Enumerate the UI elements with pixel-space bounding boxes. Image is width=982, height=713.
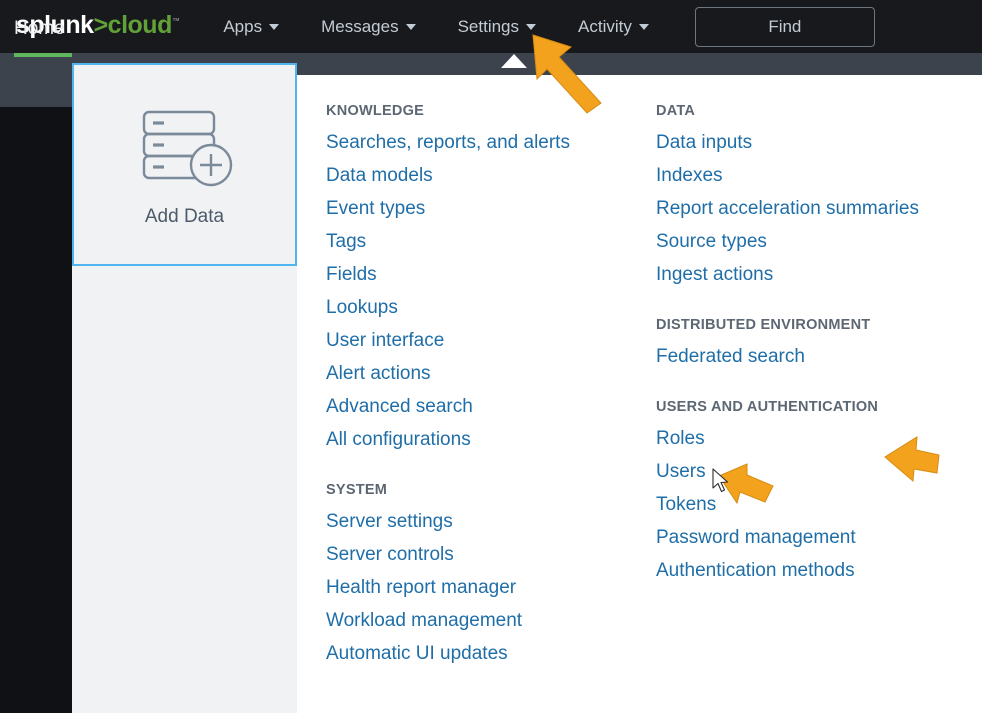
menu-column-left: KNOWLEDGE Searches, reports, and alertsDa… [326, 75, 656, 696]
menu-item-all-configurations[interactable]: All configurations [326, 423, 656, 456]
app-bar-right [297, 53, 982, 75]
menu-item-automatic-ui-updates[interactable]: Automatic UI updates [326, 637, 656, 670]
menu-item-fields[interactable]: Fields [326, 258, 656, 291]
nav-item-apps-label: Apps [223, 17, 262, 37]
menu-item-password-management[interactable]: Password management [656, 521, 976, 554]
nav-item-settings-label: Settings [458, 17, 519, 37]
nav-item-settings[interactable]: Settings [448, 11, 546, 43]
dropdown-pointer-caret-icon [501, 54, 527, 68]
chevron-down-icon [269, 24, 279, 30]
nav-item-messages[interactable]: Messages [311, 11, 425, 43]
menu-group-knowledge: KNOWLEDGE Searches, reports, and alertsDa… [326, 103, 656, 456]
menu-group-title: USERS AND AUTHENTICATION [656, 399, 976, 415]
menu-item-tokens[interactable]: Tokens [656, 488, 976, 521]
menu-item-server-controls[interactable]: Server controls [326, 538, 656, 571]
nav-item-activity[interactable]: Activity [568, 11, 659, 43]
menu-group-title: DISTRIBUTED ENVIRONMENT [656, 317, 976, 333]
menu-item-health-report-manager[interactable]: Health report manager [326, 571, 656, 604]
menu-item-authentication-methods[interactable]: Authentication methods [656, 554, 976, 587]
menu-group-users-and-authentication: USERS AND AUTHENTICATION RolesUsersTokens… [656, 399, 976, 587]
menu-item-workload-management[interactable]: Workload management [326, 604, 656, 637]
menu-column-right: DATA Data inputsIndexesReport acceleratio… [656, 75, 976, 613]
nav-item-activity-label: Activity [578, 17, 632, 37]
menu-item-users[interactable]: Users [656, 455, 976, 488]
settings-dropdown-menu: KNOWLEDGE Searches, reports, and alertsDa… [297, 75, 982, 713]
menu-item-server-settings[interactable]: Server settings [326, 505, 656, 538]
menu-item-indexes[interactable]: Indexes [656, 159, 976, 192]
menu-group-distributed-environment: DISTRIBUTED ENVIRONMENT Federated search [656, 317, 976, 373]
menu-item-searches-reports-and-alerts[interactable]: Searches, reports, and alerts [326, 126, 656, 159]
menu-item-federated-search[interactable]: Federated search [656, 340, 976, 373]
menu-group-title: SYSTEM [326, 482, 656, 498]
menu-group-data: DATA Data inputsIndexesReport acceleratio… [656, 103, 976, 291]
menu-item-alert-actions[interactable]: Alert actions [326, 357, 656, 390]
left-dark-strip [0, 107, 72, 713]
menu-item-data-inputs[interactable]: Data inputs [656, 126, 976, 159]
menu-item-data-models[interactable]: Data models [326, 159, 656, 192]
menu-item-lookups[interactable]: Lookups [326, 291, 656, 324]
menu-group-system: SYSTEM Server settingsServer controlsHeal… [326, 482, 656, 670]
menu-item-user-interface[interactable]: User interface [326, 324, 656, 357]
chevron-down-icon [639, 24, 649, 30]
logo-word-cloud: >cloud [94, 11, 172, 39]
menu-item-tags[interactable]: Tags [326, 225, 656, 258]
menu-group-title: DATA [656, 103, 976, 119]
add-data-server-plus-icon [133, 102, 237, 192]
menu-item-source-types[interactable]: Source types [656, 225, 976, 258]
splunk-cloud-page: splunk>cloud™ Apps Messages Settings Act… [0, 0, 982, 713]
nav-item-messages-label: Messages [321, 17, 398, 37]
menu-item-roles[interactable]: Roles [656, 422, 976, 455]
add-data-card[interactable]: Add Data [72, 63, 297, 266]
find-button[interactable]: Find [695, 7, 875, 47]
top-navigation-bar: splunk>cloud™ Apps Messages Settings Act… [0, 0, 982, 53]
menu-item-event-types[interactable]: Event types [326, 192, 656, 225]
menu-item-report-acceleration-summaries[interactable]: Report acceleration summaries [656, 192, 976, 225]
tab-home[interactable]: Home [14, 18, 65, 40]
chevron-down-icon [526, 24, 536, 30]
logo-trademark-icon: ™ [172, 17, 180, 26]
nav-item-apps[interactable]: Apps [213, 11, 289, 43]
tab-home-active-underline [14, 53, 72, 57]
add-data-label: Add Data [145, 206, 224, 228]
menu-group-title: KNOWLEDGE [326, 103, 656, 119]
menu-item-advanced-search[interactable]: Advanced search [326, 390, 656, 423]
menu-item-ingest-actions[interactable]: Ingest actions [656, 258, 976, 291]
chevron-down-icon [406, 24, 416, 30]
